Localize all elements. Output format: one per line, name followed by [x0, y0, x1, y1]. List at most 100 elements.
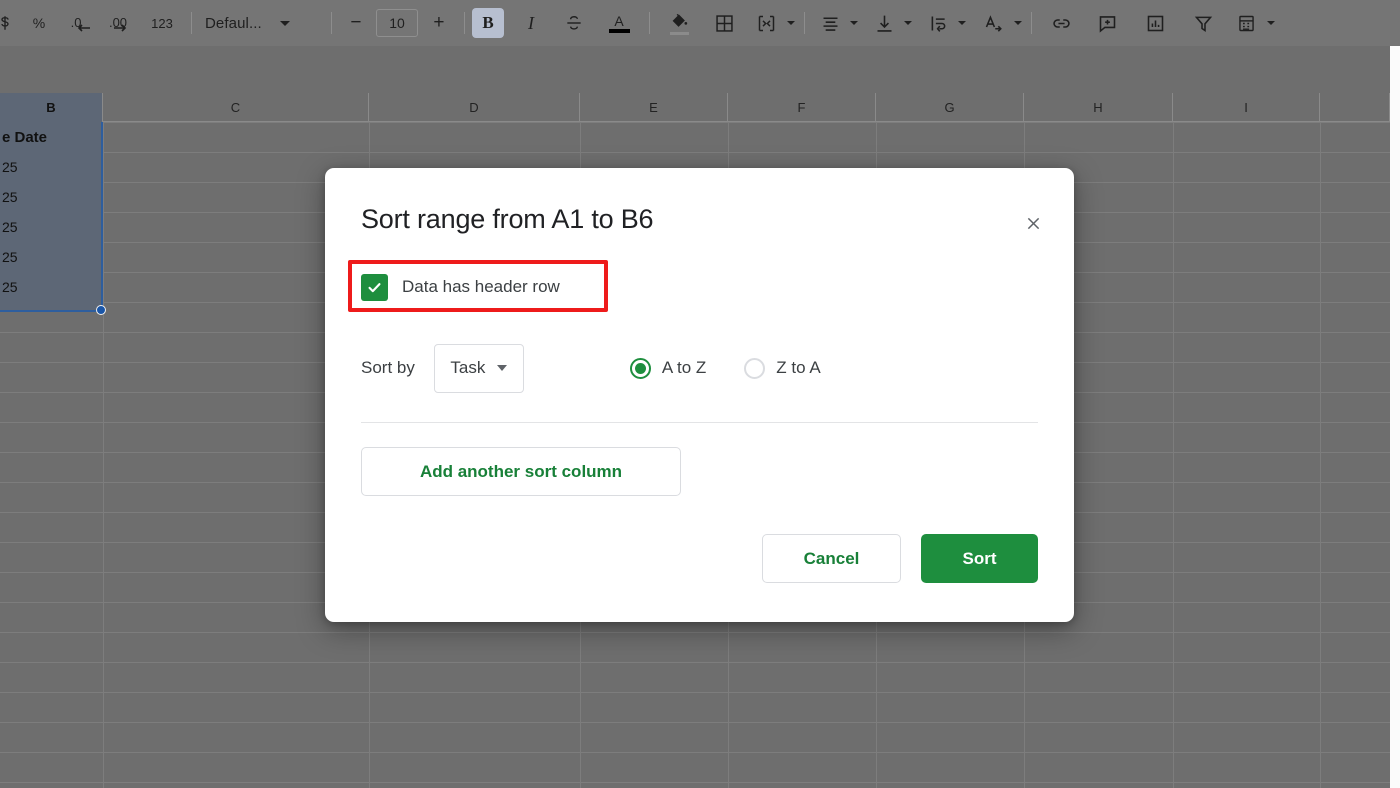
header-row-checkbox-label: Data has header row [402, 277, 560, 296]
bold-label: B [482, 13, 494, 32]
column-header-e[interactable]: E [580, 93, 728, 122]
sort-order-z-to-a[interactable]: Z to A [744, 357, 821, 379]
insert-link-icon [1052, 18, 1070, 28]
text-wrap-button[interactable] [920, 8, 956, 38]
insert-chart-button[interactable] [1131, 8, 1179, 38]
text-rotation-caret-icon[interactable] [1014, 21, 1022, 25]
column-header-i[interactable]: I [1173, 93, 1320, 122]
font-family-dropdown[interactable]: Defaul... [199, 8, 324, 38]
column-header-b[interactable]: B [0, 93, 103, 122]
toolbar-divider-3 [464, 12, 465, 34]
grid-line-vertical [1173, 122, 1174, 788]
grid-line-vertical [103, 122, 104, 788]
vertical-align-button[interactable] [866, 8, 902, 38]
filter-funnel-icon [1194, 16, 1212, 32]
text-rotation-icon [985, 14, 1002, 32]
increase-decimal-button[interactable]: .00 [96, 8, 140, 38]
column-header-c[interactable]: C [103, 93, 369, 122]
horizontal-align-button[interactable] [812, 8, 848, 38]
cancel-button[interactable]: Cancel [762, 534, 901, 583]
cell-b3[interactable]: 25 [0, 182, 96, 212]
cell-b2[interactable]: 25 [0, 152, 96, 182]
font-size-input[interactable]: 10 [373, 8, 421, 38]
sort-by-row: Sort by Task A to Z Z to A [361, 341, 821, 395]
grid-line-horizontal [0, 632, 1400, 633]
sort-order-radio-group: A to Z Z to A [629, 357, 821, 379]
text-wrap-icon [931, 16, 945, 32]
grid-line-horizontal [0, 152, 1400, 153]
text-wrap-caret-icon[interactable] [958, 21, 966, 25]
bold-button[interactable]: B [472, 8, 504, 38]
radio-z-to-a[interactable] [744, 357, 766, 379]
grid-line-horizontal [0, 662, 1400, 663]
number-format-label: 123 [151, 15, 173, 31]
font-decrease-label: − [350, 12, 362, 33]
text-color-swatch [608, 28, 630, 33]
text-color-button[interactable]: A [596, 8, 642, 38]
insert-comment-button[interactable] [1083, 8, 1131, 38]
horizontal-align-caret-icon[interactable] [850, 21, 858, 25]
font-increase-label: + [433, 12, 445, 33]
functions-button[interactable] [1227, 8, 1265, 38]
arrow-left-icon [77, 24, 90, 32]
filter-button[interactable] [1179, 8, 1227, 38]
merge-cells-icon [758, 15, 774, 31]
merge-cells-caret-icon[interactable] [787, 21, 795, 25]
cell-b1-header[interactable]: e Date [0, 122, 96, 152]
sort-order-a-to-z[interactable]: A to Z [629, 357, 707, 379]
fill-color-button[interactable] [657, 8, 701, 38]
dialog-footer-buttons: Cancel Sort [762, 534, 1038, 583]
toolbar-divider-2 [331, 12, 332, 34]
column-header-h[interactable]: H [1024, 93, 1173, 122]
checkmark-icon [368, 282, 381, 292]
column-header-f[interactable]: F [728, 93, 876, 122]
italic-button[interactable]: I [510, 8, 552, 38]
add-another-sort-column-button[interactable]: Add another sort column [361, 447, 681, 496]
strikethrough-icon [567, 16, 581, 30]
currency-format-button[interactable] [0, 8, 22, 38]
cell-b4[interactable]: 25 [0, 212, 96, 242]
toolbar-divider-6 [1031, 12, 1032, 34]
radio-a-to-z[interactable] [629, 357, 651, 379]
close-x-icon [1027, 217, 1039, 229]
vertical-align-caret-icon[interactable] [904, 21, 912, 25]
cell-b5[interactable]: 25 [0, 242, 96, 272]
chevron-down-icon [497, 365, 508, 371]
text-rotation-button[interactable] [974, 8, 1012, 38]
borders-button[interactable] [701, 8, 747, 38]
chevron-down-icon [279, 20, 290, 26]
data-has-header-row-option[interactable]: Data has header row [361, 271, 560, 303]
borders-grid-icon [715, 14, 733, 32]
increase-font-size-button[interactable]: + [421, 8, 457, 38]
grid-line-horizontal [0, 782, 1400, 783]
sort-button[interactable]: Sort [921, 534, 1038, 583]
toolbar-divider-4 [649, 12, 650, 34]
grid-line-horizontal [0, 722, 1400, 723]
radio-a-to-z-label: A to Z [661, 358, 707, 377]
cell-b6[interactable]: 25 [0, 272, 96, 302]
text-color-label: A [614, 12, 624, 29]
column-header-g[interactable]: G [876, 93, 1024, 122]
functions-caret-icon[interactable] [1267, 21, 1275, 25]
italic-label: I [528, 12, 534, 33]
decrease-decimal-button[interactable]: .0 [56, 8, 96, 38]
header-row-checkbox[interactable] [361, 273, 388, 301]
spreadsheet-toolbar: % .0 .00 123 Defaul... − 10 + B I A [0, 0, 1400, 46]
percent-format-button[interactable]: % [22, 8, 56, 38]
grid-line-vertical [1320, 122, 1321, 788]
merge-cells-button[interactable] [747, 8, 785, 38]
insert-chart-icon [1147, 15, 1163, 31]
sort-by-column-select[interactable]: Task [433, 343, 524, 393]
sheet-right-edge [1390, 46, 1400, 788]
close-button[interactable] [1018, 208, 1048, 238]
decrease-font-size-button[interactable]: − [339, 8, 373, 38]
column-header-d[interactable]: D [369, 93, 580, 122]
grid-line-horizontal [0, 122, 1400, 123]
column-header-blank[interactable] [1320, 93, 1390, 122]
selection-anchor-handle[interactable] [96, 305, 106, 315]
toolbar-divider [191, 12, 192, 34]
insert-link-button[interactable] [1039, 8, 1083, 38]
strikethrough-button[interactable] [552, 8, 596, 38]
number-format-button[interactable]: 123 [140, 8, 184, 38]
arrow-right-icon [113, 24, 127, 32]
